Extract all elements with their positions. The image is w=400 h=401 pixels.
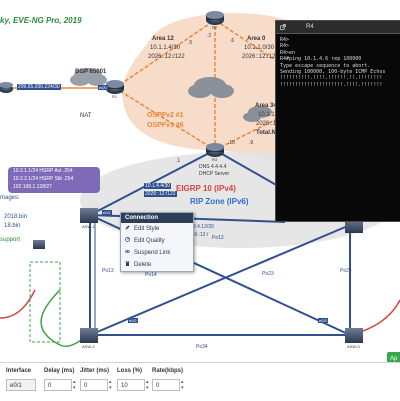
node-label: R3	[212, 157, 218, 162]
nat-label: NAT	[80, 113, 92, 119]
ospfv2-label: OSPFv2 #1	[147, 112, 184, 119]
area12-net4: 10.1.1.4/30	[150, 45, 181, 51]
terminal-line: R4>	[280, 43, 290, 50]
area0-net6: 2026::12:/122	[242, 54, 279, 60]
context-menu-title: Connection	[121, 213, 193, 223]
menu-item-label: Edit Style	[134, 226, 160, 232]
jitter-stepper[interactable]: ▴ ▾	[109, 379, 115, 391]
dns-label: DNS 4.4.4.4	[199, 164, 227, 170]
rip-label: RIP Zone (IPv6)	[190, 197, 249, 206]
node-label: R1	[112, 94, 118, 99]
menu-item-suspend-link[interactable]: Suspend Link	[121, 247, 193, 259]
page-subtitle: ky, EVE-NG Pro, 2019	[0, 16, 82, 25]
popout-icon[interactable]	[280, 24, 286, 30]
terminal-line: !!!!!!!!!!.!!!!.!!!!!!.!!.!!!!!!!!	[280, 75, 383, 82]
terminal-line: Sending 100000, 100-byte ICMP Echos	[280, 69, 386, 76]
link-icon	[125, 250, 130, 253]
router-r3[interactable]	[206, 143, 224, 157]
bgp-label: BGP 65001	[75, 69, 107, 75]
iface-label: e0/0	[98, 85, 108, 90]
switch-asw3[interactable]	[345, 328, 363, 343]
terminal-line: R4>	[280, 37, 290, 43]
terminal-line: Type escape sequence to abort.	[280, 62, 371, 69]
po-label: Po23	[262, 271, 274, 277]
menu-item-delete[interactable]: Delete	[121, 259, 193, 271]
iface-label: e0/3	[318, 318, 328, 323]
link-quality-panel: Interface Delay (ms) Jitter (ms) Loss (%…	[0, 362, 400, 401]
area0-net4: 10.1.1.0/30	[244, 45, 275, 51]
sw-net6-label: 2026::12:/122	[144, 191, 177, 197]
node-label: ASW-2	[82, 344, 95, 349]
eigrp-label: EIGRP 10 (IPv4)	[176, 184, 236, 193]
interface-field[interactable]: e0/1	[6, 379, 36, 391]
switch-small[interactable]	[33, 240, 45, 249]
gauge-icon	[125, 237, 130, 242]
iface-label: .2	[207, 33, 212, 39]
iface-label: .1	[176, 158, 181, 164]
isp-router[interactable]	[0, 82, 13, 93]
menu-item-label: Edit Quality	[134, 238, 165, 244]
ospfv3-label: OSPFv3 #6	[147, 122, 184, 129]
wan-ip-label: 209.65.200.224/30	[17, 84, 61, 90]
node-label: R2	[212, 25, 218, 30]
area12-label: Area 12	[152, 36, 174, 42]
rate-stepper[interactable]: ▴ ▾	[181, 379, 187, 391]
switch-asw1[interactable]	[80, 208, 98, 223]
column-header: Interface	[6, 368, 32, 374]
po-label: Po12	[212, 235, 224, 241]
jitter-input[interactable]: 0	[80, 379, 108, 391]
delay-stepper[interactable]: ▴ ▾	[73, 379, 79, 391]
rate-input[interactable]: 0	[152, 379, 180, 391]
node-label: ASW-1	[82, 224, 95, 229]
router-r2[interactable]	[206, 11, 224, 25]
iface-label: .9	[249, 140, 254, 146]
menu-item-label: Delete	[134, 262, 152, 268]
column-header: Delay (ms)	[44, 368, 75, 374]
menu-item-label: Suspend Link	[134, 250, 171, 256]
area12-net6: 2026::12:/122	[148, 54, 185, 60]
po-label: Po34	[196, 344, 208, 350]
iface-label: .5	[188, 40, 193, 46]
column-header: Rate(kbps)	[152, 368, 184, 374]
sw-net4-label: 10.1.4.4/30	[144, 183, 172, 189]
terminal-title: R4	[306, 24, 314, 30]
terminal-output[interactable]: R4> R4> R4>en R4#ping 10.1.4.6 rep 10000…	[276, 34, 400, 91]
trash-icon	[125, 261, 130, 266]
po-label: Po24	[340, 268, 352, 274]
area34-label: Area 34	[255, 103, 277, 109]
support-label: support	[0, 237, 21, 243]
menu-item-edit-quality[interactable]: Edit Quality	[121, 235, 193, 247]
iface-label: e0/2	[128, 318, 138, 323]
column-header: Loss (%)	[117, 368, 143, 374]
terminal-line: R4#ping 10.1.4.6 rep 100000	[280, 56, 362, 63]
hsrp-line-2: 10.2.2.1/24 HSRP Stb .254	[13, 176, 74, 182]
iface-label: e0/1	[102, 210, 112, 215]
po-label: Po13	[102, 268, 114, 274]
iface-label: .10	[228, 140, 235, 146]
po-label: Po14	[145, 272, 157, 278]
hsrp-line-3: 192.168.1.128/27	[13, 184, 52, 190]
image-file-1: 2018.bin	[4, 214, 28, 220]
router-r1[interactable]	[106, 80, 124, 94]
images-label: mages:	[0, 195, 20, 201]
node-label: ASW-3	[347, 344, 360, 349]
dhcp-label: DHCP Server	[199, 171, 230, 177]
switch-asw2[interactable]	[80, 328, 98, 343]
column-header: Jitter (ms)	[80, 368, 110, 374]
delay-input[interactable]: 0	[44, 379, 72, 391]
terminal-titlebar[interactable]: R4	[276, 21, 400, 34]
connection-context-menu: Connection Edit Style Edit Quality Suspe…	[120, 212, 194, 272]
iface-label: .6	[230, 38, 235, 44]
terminal-line: !!!!!!!!!!!!!!!!!!!!!.!!!!.!!!!!!!	[280, 81, 383, 88]
hsrp-line-1: 10.2.1.1/24 HSRP Act .254	[13, 168, 73, 174]
loss-input[interactable]: 10	[117, 379, 145, 391]
area0-label: Area 0	[247, 36, 266, 42]
terminal-line: R4>en	[280, 49, 296, 56]
terminal-window[interactable]: R4 R4> R4> R4>en R4#ping 10.1.4.6 rep 10…	[275, 20, 400, 222]
menu-item-edit-style[interactable]: Edit Style	[121, 223, 193, 235]
image-file-2: 18.bin	[4, 223, 21, 229]
pencil-icon	[125, 225, 130, 230]
